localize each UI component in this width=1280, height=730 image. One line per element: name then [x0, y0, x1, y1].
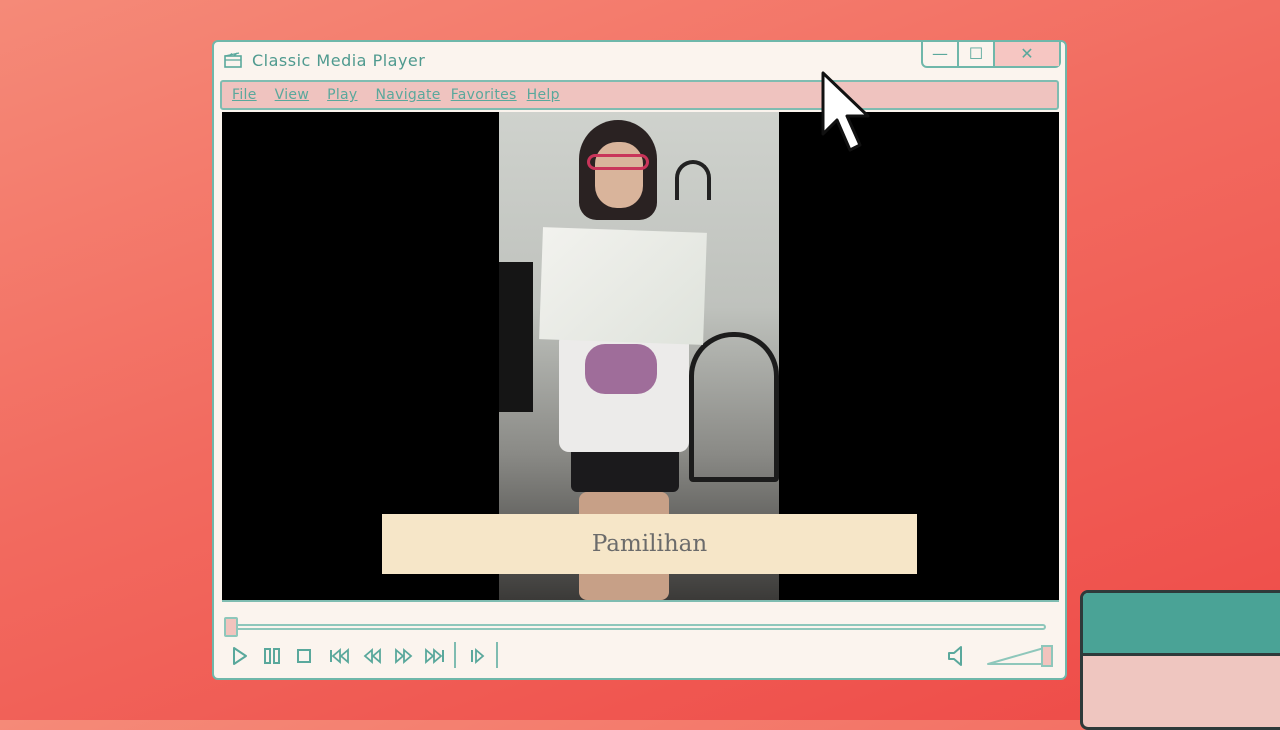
- side-panel-header: [1083, 593, 1280, 656]
- seek-bar[interactable]: [226, 624, 1046, 630]
- minimize-icon: —: [932, 43, 948, 63]
- menu-play[interactable]: Play: [327, 87, 357, 103]
- media-player-window: Classic Media Player — ☐ ✕ File View Pla…: [212, 40, 1067, 680]
- media-player-icon: [224, 52, 242, 68]
- skip-back-icon: [330, 648, 349, 664]
- minimize-button[interactable]: —: [923, 42, 959, 66]
- skip-back-button[interactable]: [328, 644, 352, 668]
- menu-favorites[interactable]: Favorites: [451, 87, 517, 103]
- skip-forward-button[interactable]: [422, 644, 446, 668]
- pause-button[interactable]: [260, 644, 284, 668]
- control-divider: [454, 642, 456, 668]
- close-icon: ✕: [1020, 43, 1034, 63]
- fast-forward-button[interactable]: [392, 644, 416, 668]
- play-icon: [233, 647, 247, 665]
- video-scene-face: [595, 142, 643, 208]
- window-controls: — ☐ ✕: [921, 42, 1061, 68]
- fast-forward-icon: [395, 648, 413, 664]
- control-divider: [496, 642, 498, 668]
- rewind-icon: [363, 648, 381, 664]
- skip-forward-icon: [425, 648, 444, 664]
- seek-handle[interactable]: [224, 617, 238, 637]
- close-button[interactable]: ✕: [995, 42, 1059, 66]
- playback-controls: [214, 602, 1065, 678]
- window-title: Classic Media Player: [252, 51, 426, 70]
- menu-bar: File View Play Navigate Favorites Help: [220, 80, 1059, 110]
- pause-icon: [264, 648, 280, 664]
- video-display[interactable]: Pamilihan: [222, 112, 1059, 602]
- video-scene-headphones: [675, 160, 711, 200]
- maximize-button[interactable]: ☐: [959, 42, 995, 66]
- menu-view[interactable]: View: [275, 87, 309, 103]
- volume-slider[interactable]: [986, 644, 1056, 668]
- video-caption: Pamilihan: [382, 514, 917, 574]
- video-scene-drawing: [539, 227, 707, 345]
- play-button[interactable]: [228, 644, 252, 668]
- video-scene-tv: [499, 262, 533, 412]
- menu-help[interactable]: Help: [527, 87, 560, 103]
- speaker-icon[interactable]: [946, 644, 968, 668]
- stop-button[interactable]: [292, 644, 316, 668]
- title-bar[interactable]: Classic Media Player — ☐ ✕: [214, 42, 1065, 80]
- side-panel-decoration: [1080, 590, 1280, 730]
- frame-step-button[interactable]: [466, 644, 490, 668]
- maximize-icon: ☐: [968, 43, 984, 63]
- mouse-cursor-icon: [821, 71, 870, 152]
- menu-file[interactable]: File: [232, 87, 257, 103]
- video-scene-chair: [689, 332, 779, 482]
- rewind-button[interactable]: [360, 644, 384, 668]
- frame-step-icon: [471, 648, 485, 664]
- video-scene-glasses: [587, 154, 649, 170]
- stop-icon: [297, 649, 311, 663]
- video-scene-shirt-print: [585, 344, 657, 394]
- menu-navigate[interactable]: Navigate: [375, 87, 440, 103]
